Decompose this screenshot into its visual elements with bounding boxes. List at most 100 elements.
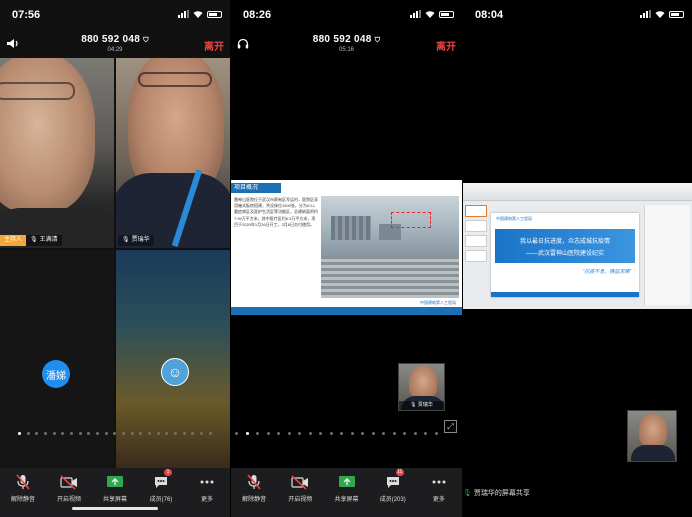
status-icons xyxy=(178,10,222,18)
meeting-screen-1: 07:56 880 592 048 ⛉ 04:29 离开 主持人 🎙 王满清 🎙 贾… xyxy=(0,0,230,517)
self-view-video[interactable]: 🎙 贾瑞华 xyxy=(398,363,445,411)
video-tile-2[interactable]: 🎙 贾瑞华 xyxy=(116,58,230,248)
page-dot xyxy=(208,432,212,435)
self-face xyxy=(639,414,667,448)
battery-icon xyxy=(207,10,222,18)
share-screen-icon xyxy=(107,476,123,487)
slide-title-line2: ——武汉雷神山医院建设纪实 xyxy=(525,251,604,257)
status-bar: 08:26 xyxy=(231,0,462,28)
page-dot xyxy=(392,432,396,435)
signal-icon xyxy=(410,10,421,18)
video-tile-3[interactable]: 潘娣 xyxy=(0,250,114,468)
leave-button[interactable]: 离开 xyxy=(204,38,224,53)
shared-screen-slide[interactable]: 项目概况 雷神山医院位于武汉市蔡甸区军运村，医院区采用箱式板房搭建，共设床位15… xyxy=(231,180,462,315)
members-button[interactable]: 11 成员(203) xyxy=(370,468,416,517)
notification-badge: 11 xyxy=(395,469,404,476)
toolbar-label: 解除静音 xyxy=(242,497,267,503)
page-indicator[interactable] xyxy=(18,432,212,435)
page-dot xyxy=(26,432,30,435)
self-name: 贾瑞华 xyxy=(417,402,433,408)
more-button[interactable]: 更多 xyxy=(416,468,462,517)
slide-canvas: 中国建筑第八工程局 我以最日抗进度，众志成城抗疫情 ——武汉雷神山医院建设纪实 … xyxy=(491,213,639,297)
page-dot xyxy=(70,432,74,435)
participant-name: 王满清 xyxy=(39,237,58,243)
page-dot xyxy=(298,432,302,435)
page-dot xyxy=(277,432,281,435)
page-dot xyxy=(18,432,21,435)
share-screen-icon xyxy=(338,476,355,487)
signal-icon xyxy=(178,10,189,18)
shared-screen-window[interactable]: 中国建筑第八工程局 我以最日抗进度，众志成城抗疫情 ——武汉雷神山医院建设纪实 … xyxy=(463,183,692,309)
page-dot xyxy=(340,432,344,435)
video-tile-4[interactable]: ☺ xyxy=(116,250,230,468)
page-dot xyxy=(403,432,407,435)
unmute-button[interactable]: 解除静音 xyxy=(231,468,277,517)
more-icon xyxy=(200,480,214,484)
cartoon-avatar-icon: ☺ xyxy=(167,364,183,380)
camera-off-icon xyxy=(60,475,77,490)
wifi-icon xyxy=(425,11,435,18)
thumbnail xyxy=(465,235,487,247)
share-screen-button[interactable]: 共享屏幕 xyxy=(323,468,369,517)
page-dot xyxy=(174,432,178,435)
leave-button[interactable]: 离开 xyxy=(436,38,456,53)
meeting-duration: 05:16 xyxy=(338,47,354,53)
self-body xyxy=(631,445,675,461)
mic-icon: 🎙 xyxy=(463,490,472,497)
meeting-header: 880 592 048 ⛉ 04:29 离开 xyxy=(0,28,230,58)
participant-avatar: ☺ xyxy=(161,358,189,386)
page-dot xyxy=(319,432,323,435)
meeting-screen-2: 08:26 880 592 048 ⛉ 05:16 离开 项目概况 雷神山医院位… xyxy=(231,0,462,517)
mic-icon: 🎙 xyxy=(410,402,417,408)
page-dot xyxy=(44,432,48,435)
mic-muted-icon xyxy=(16,474,30,490)
signal-icon xyxy=(640,10,651,18)
page-dot xyxy=(361,432,365,435)
host-badge: 主持人 xyxy=(0,235,27,246)
page-dot xyxy=(413,432,417,435)
page-dot xyxy=(371,432,375,435)
self-view-video[interactable] xyxy=(627,410,677,462)
page-dot xyxy=(139,432,143,435)
wifi-icon xyxy=(193,11,203,18)
toolbar-label: 成员(76) xyxy=(149,497,173,503)
toolbar-label: 开启视频 xyxy=(288,497,313,503)
meeting-header: 880 592 048 ⛉ 05:16 离开 xyxy=(231,28,462,58)
slide-bottom-stripe xyxy=(491,292,639,297)
toolbar-label: 更多 xyxy=(200,497,213,503)
glasses-shape xyxy=(138,72,212,87)
page-dot xyxy=(308,432,312,435)
start-video-button[interactable]: 开启视频 xyxy=(277,468,323,517)
page-dot xyxy=(156,432,160,435)
slide-photo xyxy=(321,196,459,298)
page-dot xyxy=(165,432,169,435)
page-indicator[interactable] xyxy=(235,432,438,435)
slide-slogan: “抗疫不息，精益求精” xyxy=(582,269,631,275)
unmute-button[interactable]: 解除静音 xyxy=(0,468,46,517)
screen-share-caption: 🎙 贾瑞华的屏幕共享 xyxy=(463,488,530,498)
mic-icon: 🎙 xyxy=(122,237,130,243)
page-dot xyxy=(182,432,186,435)
page-dot xyxy=(122,432,126,435)
status-icons xyxy=(640,10,684,18)
page-dot xyxy=(329,432,333,435)
page-dot xyxy=(61,432,65,435)
participant-name-chip: 🎙 王满清 xyxy=(26,235,62,246)
fullscreen-icon[interactable]: ⤢ xyxy=(444,420,457,433)
thumbnail xyxy=(465,205,487,217)
video-tile-1[interactable]: 主持人 🎙 王满清 xyxy=(0,58,114,248)
shield-icon: ⛉ xyxy=(374,37,381,44)
thumbnail xyxy=(465,220,487,232)
toolbar-label: 解除静音 xyxy=(10,497,35,503)
page-dot xyxy=(200,432,204,435)
camera-off-icon xyxy=(291,475,309,490)
slide-banner: 我以最日抗进度，众志成城抗疫情 ——武汉雷神山医院建设纪实 xyxy=(495,229,635,263)
page-dot xyxy=(424,432,428,435)
home-indicator[interactable] xyxy=(72,507,158,510)
slide-body-text: 雷神山医院位于武汉市蔡甸区军运村，医院区采用箱式板房搭建，共设床位1500张，分… xyxy=(234,197,318,227)
more-button[interactable]: 更多 xyxy=(184,468,230,517)
share-caption-text: 贾瑞华的屏幕共享 xyxy=(473,490,530,497)
toolbar-label: 更多 xyxy=(432,497,445,503)
page-dot xyxy=(245,432,249,435)
more-icon xyxy=(432,480,446,484)
